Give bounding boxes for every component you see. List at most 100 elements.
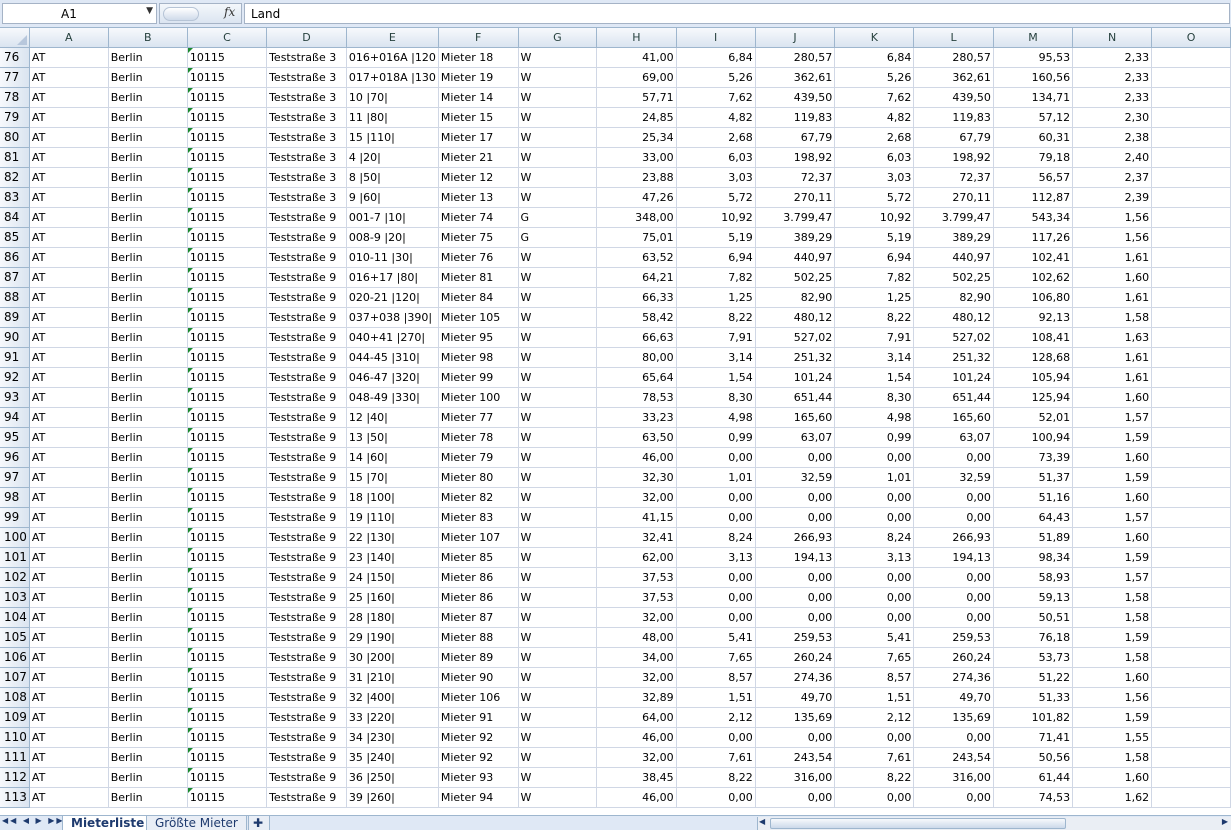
cell-d[interactable]: Teststraße 9: [266, 467, 347, 488]
row-header[interactable]: 96: [0, 447, 30, 468]
row-header[interactable]: 113: [0, 787, 30, 808]
cell-d[interactable]: Teststraße 9: [266, 287, 347, 308]
cell-e[interactable]: 22 |130|: [346, 527, 439, 548]
cell-l[interactable]: 165,60: [913, 407, 994, 428]
cell-n[interactable]: 1,59: [1072, 707, 1153, 728]
cell-j[interactable]: 3.799,47: [755, 207, 836, 228]
cell-o[interactable]: [1151, 247, 1231, 268]
cell-a[interactable]: AT: [29, 127, 109, 148]
cell-d[interactable]: Teststraße 9: [266, 527, 347, 548]
cell-h[interactable]: 32,41: [596, 527, 677, 548]
cell-k[interactable]: 7,65: [834, 647, 915, 668]
cell-h[interactable]: 32,00: [596, 667, 677, 688]
cell-o[interactable]: [1151, 147, 1231, 168]
cell-f[interactable]: Mieter 92: [438, 727, 519, 748]
cell-i[interactable]: 0,00: [676, 727, 756, 748]
cell-h[interactable]: 63,52: [596, 247, 677, 268]
cell-b[interactable]: Berlin: [108, 327, 188, 348]
cell-m[interactable]: 51,89: [993, 527, 1074, 548]
cell-o[interactable]: [1151, 607, 1231, 628]
cell-l[interactable]: 194,13: [913, 547, 994, 568]
cell-f[interactable]: Mieter 95: [438, 327, 519, 348]
cell-e[interactable]: 016+17 |80|: [346, 267, 439, 288]
cell-b[interactable]: Berlin: [108, 147, 188, 168]
cell-l[interactable]: 0,00: [913, 787, 994, 808]
cell-a[interactable]: AT: [29, 587, 109, 608]
cell-j[interactable]: 0,00: [755, 787, 836, 808]
cell-g[interactable]: W: [518, 407, 598, 428]
cell-e[interactable]: 36 |250|: [346, 767, 439, 788]
cell-b[interactable]: Berlin: [108, 367, 188, 388]
cell-g[interactable]: W: [518, 327, 598, 348]
row-header[interactable]: 76: [0, 47, 30, 68]
sheet-nav-arrows-icon[interactable]: ◀◀ ◀ ▶ ▶▶: [2, 816, 65, 825]
cell-l[interactable]: 0,00: [913, 567, 994, 588]
cell-j[interactable]: 316,00: [755, 767, 836, 788]
cell-a[interactable]: AT: [29, 607, 109, 628]
cell-o[interactable]: [1151, 87, 1231, 108]
cell-k[interactable]: 8,22: [834, 307, 915, 328]
cell-j[interactable]: 251,32: [755, 347, 836, 368]
cell-n[interactable]: 1,55: [1072, 727, 1153, 748]
cell-k[interactable]: 6,94: [834, 247, 915, 268]
cell-e[interactable]: 008-9 |20|: [346, 227, 439, 248]
cell-l[interactable]: 135,69: [913, 707, 994, 728]
cell-b[interactable]: Berlin: [108, 207, 188, 228]
cell-j[interactable]: 362,61: [755, 67, 836, 88]
cell-i[interactable]: 1,25: [676, 287, 756, 308]
cell-h[interactable]: 41,15: [596, 507, 677, 528]
cell-c[interactable]: 10115: [187, 507, 268, 528]
cell-k[interactable]: 6,03: [834, 147, 915, 168]
cell-c[interactable]: 10115: [187, 487, 268, 508]
cell-h[interactable]: 66,33: [596, 287, 677, 308]
cell-g[interactable]: W: [518, 147, 598, 168]
cell-d[interactable]: Teststraße 9: [266, 547, 347, 568]
cell-i[interactable]: 2,68: [676, 127, 756, 148]
cell-m[interactable]: 92,13: [993, 307, 1074, 328]
cell-j[interactable]: 49,70: [755, 687, 836, 708]
cell-e[interactable]: 31 |210|: [346, 667, 439, 688]
cell-a[interactable]: AT: [29, 287, 109, 308]
cell-b[interactable]: Berlin: [108, 567, 188, 588]
cell-e[interactable]: 28 |180|: [346, 607, 439, 628]
cell-j[interactable]: 651,44: [755, 387, 836, 408]
cell-n[interactable]: 1,58: [1072, 647, 1153, 668]
cell-m[interactable]: 112,87: [993, 187, 1074, 208]
cell-h[interactable]: 33,00: [596, 147, 677, 168]
cell-h[interactable]: 23,88: [596, 167, 677, 188]
cell-j[interactable]: 259,53: [755, 627, 836, 648]
cell-o[interactable]: [1151, 567, 1231, 588]
cell-n[interactable]: 1,59: [1072, 467, 1153, 488]
cell-c[interactable]: 10115: [187, 327, 268, 348]
cell-g[interactable]: W: [518, 747, 598, 768]
cell-e[interactable]: 33 |220|: [346, 707, 439, 728]
cell-l[interactable]: 67,79: [913, 127, 994, 148]
cell-m[interactable]: 100,94: [993, 427, 1074, 448]
cell-g[interactable]: W: [518, 67, 598, 88]
cell-c[interactable]: 10115: [187, 87, 268, 108]
cell-e[interactable]: 29 |190|: [346, 627, 439, 648]
cell-h[interactable]: 65,64: [596, 367, 677, 388]
cell-f[interactable]: Mieter 98: [438, 347, 519, 368]
cell-b[interactable]: Berlin: [108, 287, 188, 308]
cell-o[interactable]: [1151, 267, 1231, 288]
cell-a[interactable]: AT: [29, 67, 109, 88]
cell-b[interactable]: Berlin: [108, 507, 188, 528]
cell-h[interactable]: 78,53: [596, 387, 677, 408]
cell-o[interactable]: [1151, 327, 1231, 348]
cell-l[interactable]: 63,07: [913, 427, 994, 448]
cell-b[interactable]: Berlin: [108, 647, 188, 668]
cell-o[interactable]: [1151, 767, 1231, 788]
cell-j[interactable]: 119,83: [755, 107, 836, 128]
cell-l[interactable]: 49,70: [913, 687, 994, 708]
cell-h[interactable]: 64,21: [596, 267, 677, 288]
cell-f[interactable]: Mieter 15: [438, 107, 519, 128]
cell-i[interactable]: 7,61: [676, 747, 756, 768]
cell-m[interactable]: 108,41: [993, 327, 1074, 348]
cell-o[interactable]: [1151, 587, 1231, 608]
cell-d[interactable]: Teststraße 9: [266, 307, 347, 328]
cell-e[interactable]: 35 |240|: [346, 747, 439, 768]
cell-n[interactable]: 1,57: [1072, 507, 1153, 528]
cell-c[interactable]: 10115: [187, 387, 268, 408]
cell-a[interactable]: AT: [29, 407, 109, 428]
